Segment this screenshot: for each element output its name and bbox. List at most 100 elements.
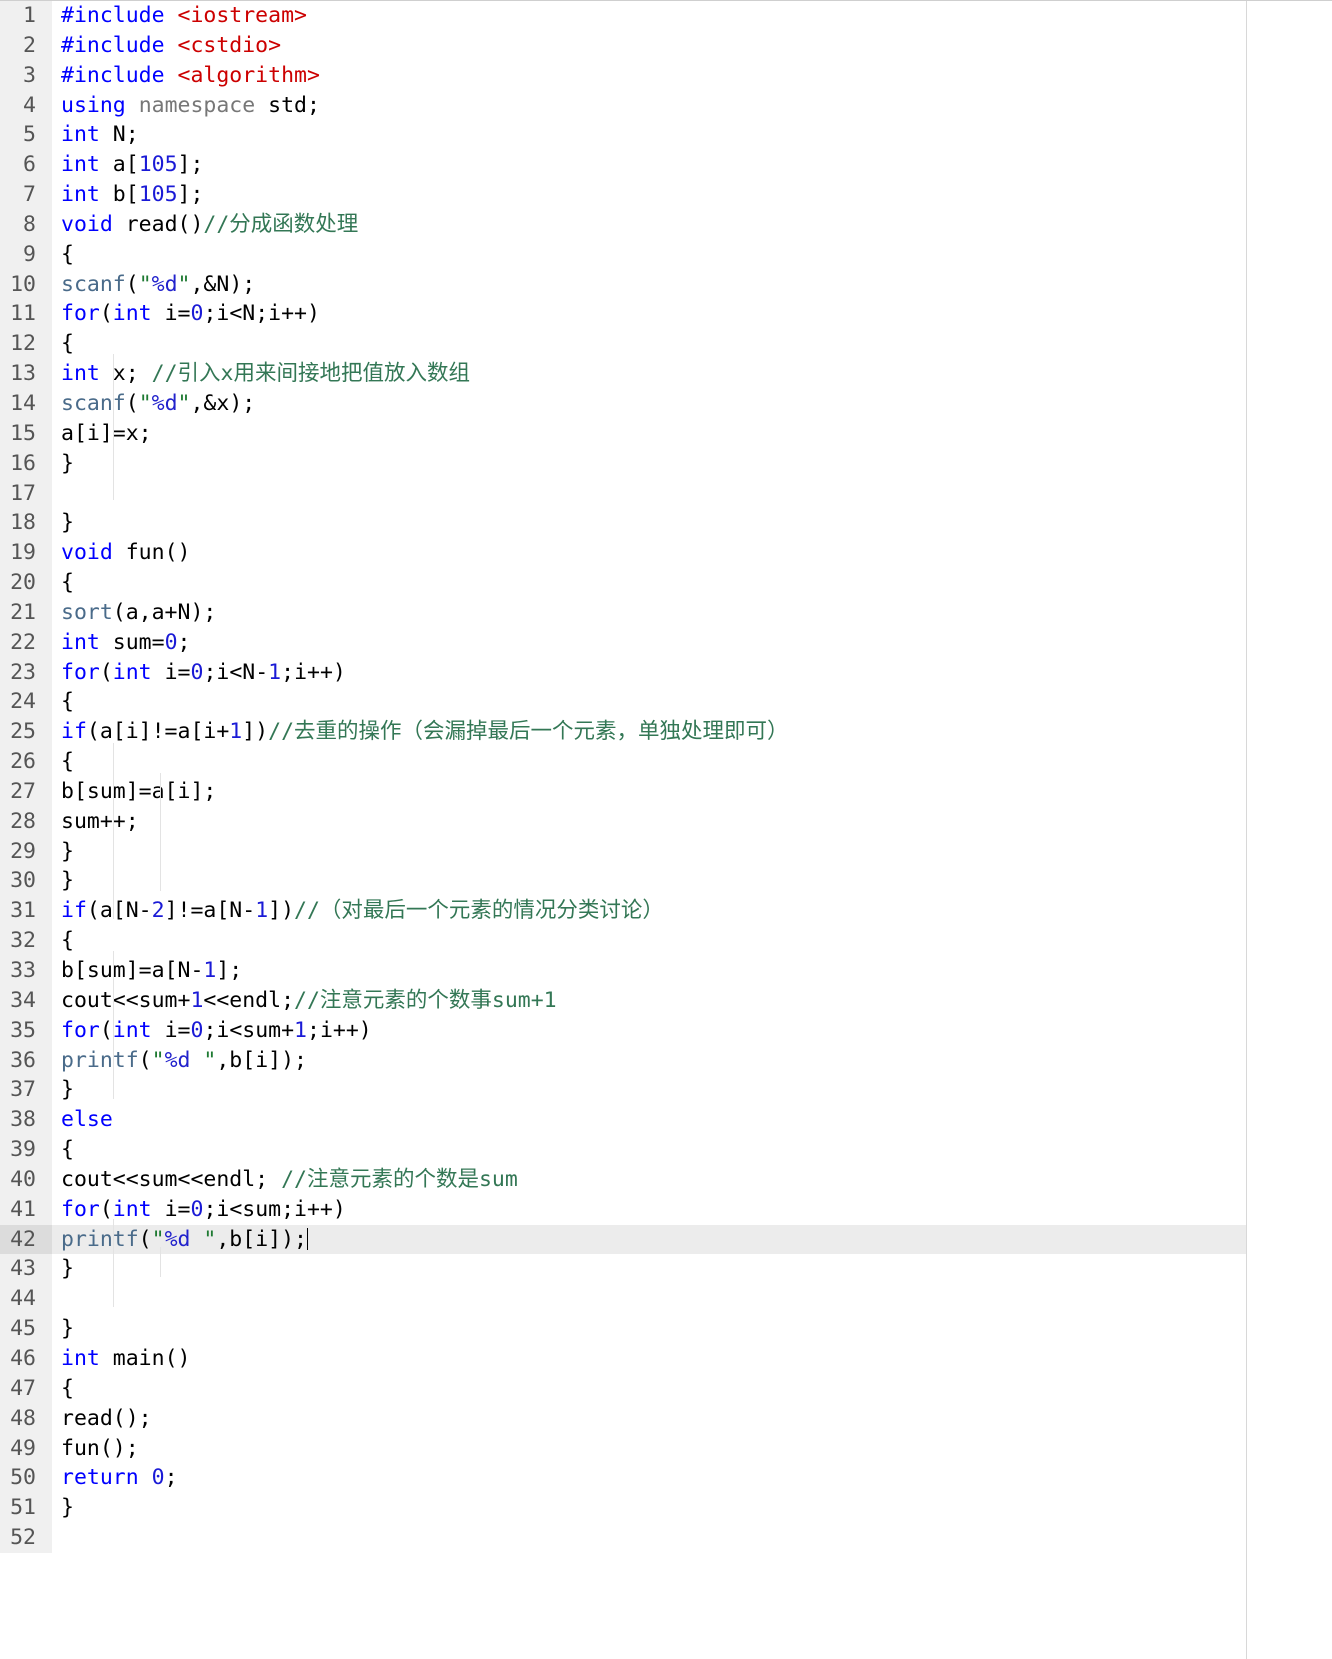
line-content[interactable]: cout<<sum+1<<endl;//注意元素的个数事sum+1 — [52, 986, 1246, 1016]
line-number[interactable]: 41 — [0, 1194, 52, 1225]
code-line[interactable]: 52 — [0, 1523, 1246, 1553]
code-line[interactable]: 2 #include <cstdio> — [0, 30, 1246, 61]
line-content[interactable]: sort(a,a+N); — [52, 598, 1246, 628]
code-line[interactable]: 5 int N; — [0, 120, 1246, 151]
code-line[interactable]: 30 } — [0, 866, 1246, 897]
code-line[interactable]: 43 } — [0, 1254, 1246, 1285]
line-number[interactable]: 14 — [0, 388, 52, 419]
code-line[interactable]: 7 int b[105]; — [0, 180, 1246, 210]
code-line[interactable]: 22 int sum=0; — [0, 627, 1246, 658]
line-number[interactable]: 35 — [0, 1015, 52, 1046]
line-number[interactable]: 31 — [0, 896, 52, 927]
line-content[interactable]: printf("%d ",b[i]); — [52, 1046, 1246, 1076]
line-content[interactable]: for(int i=0;i<N;i++) — [52, 299, 1246, 329]
code-line[interactable]: 12 { — [0, 329, 1246, 360]
line-content[interactable]: scanf("%d",&x); — [52, 389, 1246, 419]
line-content[interactable]: b[sum]=a[i]; — [52, 777, 1246, 807]
line-number[interactable]: 40 — [0, 1164, 52, 1195]
line-number[interactable]: 7 — [0, 180, 52, 210]
line-number[interactable]: 43 — [0, 1254, 52, 1285]
line-number[interactable]: 27 — [0, 776, 52, 807]
line-content[interactable]: { — [52, 1135, 1246, 1165]
line-content[interactable]: int x; //引入x用来间接地把值放入数组 — [52, 359, 1246, 389]
code-line[interactable]: 34 cout<<sum+1<<endl;//注意元素的个数事sum+1 — [0, 985, 1246, 1016]
code-line-active[interactable]: 42 printf("%d ",b[i]); — [0, 1224, 1246, 1255]
code-line[interactable]: 51 } — [0, 1493, 1246, 1524]
line-content[interactable]: int b[105]; — [52, 180, 1246, 210]
line-number[interactable]: 25 — [0, 717, 52, 748]
line-number[interactable]: 49 — [0, 1433, 52, 1464]
code-line[interactable]: 38 else — [0, 1105, 1246, 1136]
code-line[interactable]: 37 } — [0, 1075, 1246, 1106]
line-number[interactable]: 19 — [0, 538, 52, 569]
line-content[interactable]: #include <iostream> — [52, 1, 1246, 31]
line-content[interactable]: { — [52, 568, 1246, 598]
code-line[interactable]: 36 printf("%d ",b[i]); — [0, 1045, 1246, 1076]
code-line[interactable]: 48 read(); — [0, 1403, 1246, 1434]
code-line[interactable]: 50 return 0; — [0, 1463, 1246, 1494]
line-content[interactable]: int a[105]; — [52, 150, 1246, 180]
line-content[interactable]: { — [52, 1374, 1246, 1404]
line-content[interactable]: return 0; — [52, 1463, 1246, 1493]
line-content[interactable]: int sum=0; — [52, 628, 1246, 658]
code-line[interactable]: 18 } — [0, 508, 1246, 539]
line-content[interactable]: if(a[N-2]!=a[N-1])//（对最后一个元素的情况分类讨论） — [52, 896, 1246, 926]
line-number[interactable]: 37 — [0, 1075, 52, 1106]
line-number[interactable]: 10 — [0, 269, 52, 300]
line-content[interactable]: void read()//分成函数处理 — [52, 210, 1246, 240]
code-line[interactable]: 23 for(int i=0;i<N-1;i++) — [0, 657, 1246, 688]
line-number[interactable]: 20 — [0, 568, 52, 598]
line-content[interactable]: for(int i=0;i<sum;i++) — [52, 1195, 1246, 1225]
line-content[interactable]: { — [52, 240, 1246, 270]
line-number[interactable]: 28 — [0, 806, 52, 837]
line-number[interactable]: 24 — [0, 687, 52, 718]
line-number[interactable]: 18 — [0, 508, 52, 539]
line-number[interactable]: 15 — [0, 418, 52, 449]
line-number[interactable]: 17 — [0, 478, 52, 509]
code-line[interactable]: 6 int a[105]; — [0, 150, 1246, 181]
line-content[interactable]: } — [52, 1254, 1246, 1284]
line-number[interactable]: 30 — [0, 866, 52, 897]
line-content[interactable]: if(a[i]!=a[i+1])//去重的操作（会漏掉最后一个元素，单独处理即可… — [52, 717, 1246, 747]
line-content[interactable]: #include <algorithm> — [52, 61, 1246, 91]
code-line[interactable]: 15 a[i]=x; — [0, 418, 1246, 449]
code-line[interactable]: 28 sum++; — [0, 806, 1246, 837]
line-number[interactable]: 33 — [0, 956, 52, 986]
code-line[interactable]: 39 { — [0, 1135, 1246, 1165]
line-number[interactable]: 26 — [0, 747, 52, 777]
code-line[interactable]: 13 int x; //引入x用来间接地把值放入数组 — [0, 359, 1246, 389]
line-content[interactable]: } — [52, 508, 1246, 538]
line-number[interactable]: 38 — [0, 1105, 52, 1136]
line-content[interactable]: cout<<sum<<endl; //注意元素的个数是sum — [52, 1165, 1246, 1195]
line-content[interactable]: } — [52, 449, 1246, 479]
line-content[interactable]: } — [52, 1314, 1246, 1344]
line-number[interactable]: 4 — [0, 90, 52, 121]
code-line[interactable]: 9 { — [0, 239, 1246, 270]
code-line[interactable]: 25 if(a[i]!=a[i+1])//去重的操作（会漏掉最后一个元素，单独处… — [0, 717, 1246, 748]
line-content[interactable]: a[i]=x; — [52, 419, 1246, 449]
line-number[interactable]: 13 — [0, 359, 52, 389]
line-number[interactable]: 36 — [0, 1045, 52, 1076]
line-content[interactable]: for(int i=0;i<N-1;i++) — [52, 658, 1246, 688]
code-line[interactable]: 14 scanf("%d",&x); — [0, 388, 1246, 419]
code-line[interactable]: 44 — [0, 1284, 1246, 1315]
line-number[interactable]: 51 — [0, 1493, 52, 1524]
code-line[interactable]: 32 { — [0, 926, 1246, 956]
line-content[interactable]: using namespace std; — [52, 91, 1246, 121]
code-line[interactable]: 46 int main() — [0, 1343, 1246, 1374]
line-number[interactable]: 44 — [0, 1284, 52, 1315]
line-number[interactable]: 34 — [0, 985, 52, 1016]
line-content[interactable]: #include <cstdio> — [52, 31, 1246, 61]
code-line[interactable]: 45 } — [0, 1314, 1246, 1344]
line-content[interactable]: } — [52, 866, 1246, 896]
line-number[interactable]: 50 — [0, 1463, 52, 1494]
line-number[interactable]: 48 — [0, 1403, 52, 1434]
line-number[interactable]: 52 — [0, 1523, 52, 1553]
line-number[interactable]: 12 — [0, 329, 52, 360]
line-number[interactable]: 29 — [0, 836, 52, 867]
code-line[interactable]: 27 b[sum]=a[i]; — [0, 776, 1246, 807]
code-line[interactable]: 10 scanf("%d",&N); — [0, 269, 1246, 300]
code-line[interactable]: 1 #include <iostream> — [0, 1, 1246, 31]
code-line[interactable]: 11 for(int i=0;i<N;i++) — [0, 299, 1246, 330]
line-number[interactable]: 11 — [0, 299, 52, 330]
